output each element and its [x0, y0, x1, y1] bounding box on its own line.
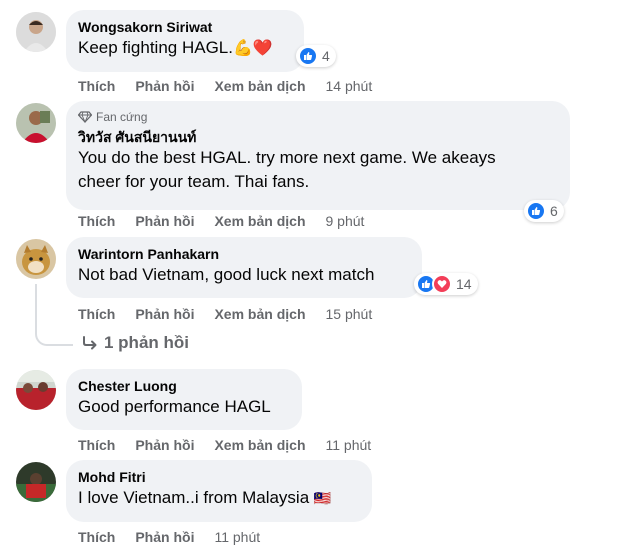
comment-actions: Thích Phản hồi 11 phút	[78, 528, 280, 546]
comment-text-line-1: You do the best HGAL. try more next game…	[78, 148, 496, 167]
timestamp[interactable]: 9 phút	[326, 212, 365, 230]
like-button[interactable]: Thích	[78, 305, 115, 323]
comment-text: Not bad Vietnam, good luck next match	[78, 265, 375, 284]
comment-author[interactable]: Warintorn Panhakarn	[78, 245, 410, 263]
reply-button[interactable]: Phản hồi	[135, 77, 194, 95]
view-replies-link[interactable]: 1 phản hồi	[82, 333, 189, 353]
timestamp[interactable]: 11 phút	[214, 528, 260, 546]
comment-actions: Thích Phản hồi Xem bản dịch 15 phút	[78, 305, 392, 323]
timestamp[interactable]: 14 phút	[326, 77, 373, 95]
reply-arrow-icon	[83, 336, 97, 350]
reaction-count: 6	[550, 203, 558, 219]
like-reaction-icon	[298, 46, 318, 66]
malaysia-flag-icon: 🇲🇾	[313, 490, 332, 506]
avatar[interactable]	[16, 370, 56, 410]
replies-count-label: 1 phản hồi	[104, 333, 189, 352]
reaction-summary[interactable]: 6	[524, 200, 564, 222]
comment-bubble: Mohd Fitri I love Vietnam..i from Malays…	[66, 460, 372, 522]
timestamp[interactable]: 11 phút	[326, 436, 372, 454]
comment-author[interactable]: Wongsakorn Siriwat	[78, 18, 292, 36]
reply-button[interactable]: Phản hồi	[135, 212, 194, 230]
emoji-icons: 💪❤️	[232, 40, 273, 57]
translate-button[interactable]: Xem bản dịch	[214, 436, 305, 454]
comment-author[interactable]: วิทวัส ศันสนียานนท์	[78, 128, 558, 146]
translate-button[interactable]: Xem bản dịch	[214, 212, 305, 230]
love-reaction-icon	[432, 274, 452, 294]
comment-actions: Thích Phản hồi Xem bản dịch 11 phút	[78, 436, 391, 454]
comment-bubble: Fan cứng วิทวัส ศันสนียานนท์ You do the …	[66, 101, 570, 210]
comment-text-line-2: cheer for your team. Thai fans.	[78, 172, 310, 191]
avatar[interactable]	[16, 239, 56, 279]
like-button[interactable]: Thích	[78, 528, 115, 546]
translate-button[interactable]: Xem bản dịch	[214, 77, 305, 95]
comment-text: Keep fighting HAGL.💪❤️	[78, 36, 292, 61]
reaction-summary[interactable]: 14	[414, 273, 478, 295]
like-reaction-icon	[526, 201, 546, 221]
comment-bubble: Wongsakorn Siriwat Keep fighting HAGL.💪❤…	[66, 10, 304, 72]
reaction-count: 14	[456, 276, 472, 292]
reply-button[interactable]: Phản hồi	[135, 528, 194, 546]
comment-actions: Thích Phản hồi Xem bản dịch 9 phút	[78, 212, 384, 230]
reaction-count: 4	[322, 48, 330, 64]
diamond-icon	[78, 111, 92, 123]
avatar[interactable]	[16, 462, 56, 502]
thread-line	[35, 284, 73, 346]
comment-author[interactable]: Chester Luong	[78, 377, 290, 395]
avatar[interactable]	[16, 103, 56, 143]
like-button[interactable]: Thích	[78, 436, 115, 454]
comment-author[interactable]: Mohd Fitri	[78, 468, 360, 486]
like-button[interactable]: Thích	[78, 212, 115, 230]
reaction-summary[interactable]: 4	[296, 45, 336, 67]
comment-bubble: Chester Luong Good performance HAGL	[66, 369, 302, 430]
reply-button[interactable]: Phản hồi	[135, 305, 194, 323]
comment-actions: Thích Phản hồi Xem bản dịch 14 phút	[78, 77, 392, 95]
top-fan-badge: Fan cứng	[78, 109, 558, 125]
avatar[interactable]	[16, 12, 56, 52]
translate-button[interactable]: Xem bản dịch	[214, 305, 305, 323]
timestamp[interactable]: 15 phút	[326, 305, 373, 323]
comment-text: Good performance HAGL	[78, 397, 271, 416]
comment-bubble: Warintorn Panhakarn Not bad Vietnam, goo…	[66, 237, 422, 298]
like-button[interactable]: Thích	[78, 77, 115, 95]
reply-button[interactable]: Phản hồi	[135, 436, 194, 454]
comment-text: I love Vietnam..i from Malaysia 🇲🇾	[78, 488, 332, 507]
badge-label: Fan cứng	[96, 110, 148, 124]
